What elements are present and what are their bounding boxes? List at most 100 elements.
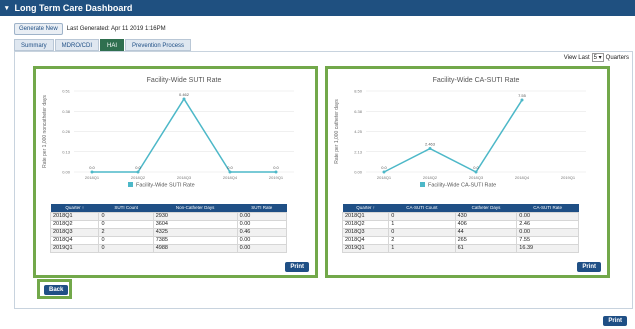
table-header-row: Quarter ↑ SUTI Count Non-Catheter Days SUTI… bbox=[50, 204, 287, 212]
x-tick-label: 2018Q4 bbox=[223, 175, 238, 180]
data-point bbox=[90, 170, 94, 174]
series-line bbox=[92, 97, 276, 173]
ca-suti-rate-card: Facility-Wide CA-SUTI Rate Rate per 1,000… bbox=[325, 66, 610, 278]
print-ca-suti-button[interactable]: Print bbox=[577, 262, 601, 272]
column-header[interactable]: Quarter ↑ bbox=[50, 204, 99, 212]
legend-swatch bbox=[128, 182, 133, 187]
data-label: 2.463 bbox=[425, 142, 436, 147]
data-label: 0.0 bbox=[227, 165, 233, 170]
tab-bar: Summary MDRO/CDI HAI Prevention Process bbox=[14, 39, 192, 51]
table-row: 2018Q4 0 7385 0.00 bbox=[49, 235, 288, 245]
table-cell: 2018Q1 bbox=[341, 211, 390, 221]
table-cell: 406 bbox=[454, 219, 518, 229]
table-cell: 265 bbox=[454, 235, 518, 245]
column-header[interactable]: Quarter ↑ bbox=[342, 204, 389, 212]
table-cell: 2018Q3 bbox=[49, 227, 100, 237]
y-tick-label: 0.51 bbox=[62, 89, 71, 94]
quarter-count-select[interactable]: 5 ▾ bbox=[591, 53, 604, 62]
column-header: Non-Catheter Days bbox=[153, 204, 238, 212]
legend-label: Facility-Wide SUTI Rate bbox=[136, 183, 195, 189]
data-label: 0.0 bbox=[135, 165, 141, 170]
column-header: SUTI Count bbox=[98, 204, 154, 212]
chart-title: Facility-Wide SUTI Rate bbox=[147, 77, 222, 84]
x-tick-label: 2018Q3 bbox=[177, 175, 192, 180]
suti-rate-chart: Facility-Wide SUTI Rate Rate per 1,000 no… bbox=[42, 77, 294, 189]
table-cell: 2018Q2 bbox=[49, 219, 100, 229]
data-label: 0.462 bbox=[179, 92, 190, 97]
table-cell: 2019Q1 bbox=[49, 243, 100, 253]
y-axis-label: Rate per 1,000 noncatheter days bbox=[42, 95, 48, 168]
table-row: 2018Q3 0 44 0.00 bbox=[341, 227, 579, 237]
table-row: 2019Q1 1 61 16.39 bbox=[341, 243, 579, 253]
tab-mdro-cdi[interactable]: MDRO/CDI bbox=[54, 39, 100, 51]
data-point bbox=[474, 170, 478, 174]
print-suti-button[interactable]: Print bbox=[285, 262, 309, 272]
y-tick-label: 2.13 bbox=[354, 149, 363, 154]
suti-rate-card: Facility-Wide SUTI Rate Rate per 1,000 no… bbox=[33, 66, 318, 278]
page-title: Long Term Care Dashboard bbox=[14, 3, 133, 13]
data-point bbox=[136, 170, 140, 174]
x-tick-label: 2018Q2 bbox=[131, 175, 146, 180]
data-point bbox=[182, 97, 186, 101]
table-cell: 430 bbox=[454, 211, 518, 221]
table-cell: 2018Q4 bbox=[49, 235, 100, 245]
data-label: 0.0 bbox=[89, 165, 95, 170]
data-point bbox=[274, 170, 278, 174]
back-button-frame: Back bbox=[37, 279, 72, 299]
column-header: Catheter Days bbox=[455, 204, 517, 212]
data-point bbox=[382, 170, 386, 174]
column-header: CA-SUTI Count bbox=[388, 204, 456, 212]
table-header-row: Quarter ↑ CA-SUTI Count Catheter Days CA-SU… bbox=[342, 204, 579, 212]
back-button[interactable]: Back bbox=[44, 285, 69, 295]
table-cell: 0 bbox=[98, 235, 154, 245]
table-cell: 3604 bbox=[152, 219, 238, 229]
legend-label: Facility-Wide CA-SUTI Rate bbox=[428, 183, 496, 189]
tab-summary[interactable]: Summary bbox=[14, 39, 54, 51]
chevron-down-icon[interactable]: ▾ bbox=[5, 4, 9, 12]
y-tick-label: 6.38 bbox=[354, 109, 363, 114]
suti-rate-table: Quarter ↑ SUTI Count Non-Catheter Days SUTI… bbox=[49, 204, 288, 253]
table-cell: 0 bbox=[98, 243, 154, 253]
table-cell: 2018Q4 bbox=[341, 235, 390, 245]
table-cell: 1 bbox=[388, 219, 456, 229]
table-row: 2018Q3 2 4325 0.46 bbox=[49, 227, 288, 237]
data-point bbox=[428, 147, 432, 151]
print-page-button[interactable]: Print bbox=[603, 316, 627, 326]
table-cell: 0.00 bbox=[516, 211, 579, 221]
data-label: 7.55 bbox=[518, 93, 527, 98]
table-row: 2018Q4 2 265 7.55 bbox=[341, 235, 579, 245]
ca-suti-rate-table: Quarter ↑ CA-SUTI Count Catheter Days CA-SU… bbox=[341, 204, 579, 253]
dashboard-app: ▾ Long Term Care Dashboard Generate New … bbox=[0, 0, 635, 329]
title-bar: ▾ Long Term Care Dashboard bbox=[0, 0, 635, 16]
table-cell: 0.00 bbox=[516, 227, 579, 237]
quarter-count-value: 5 bbox=[593, 55, 597, 61]
table-cell: 0.46 bbox=[236, 227, 288, 237]
table-cell: 0 bbox=[98, 211, 154, 221]
tab-hai[interactable]: HAI bbox=[100, 39, 125, 51]
table-cell: 0.00 bbox=[236, 235, 288, 245]
legend-swatch bbox=[420, 182, 425, 187]
table-cell: 16.39 bbox=[516, 243, 579, 253]
x-tick-label: 2018Q2 bbox=[423, 175, 438, 180]
data-label: 0.0 bbox=[381, 165, 387, 170]
view-last-prefix: View Last bbox=[563, 54, 590, 61]
table-row: 2019Q1 0 4988 0.00 bbox=[49, 243, 288, 253]
y-tick-label: 0.00 bbox=[354, 170, 363, 175]
table-cell: 0.00 bbox=[236, 219, 288, 229]
data-label: 0.0 bbox=[273, 165, 279, 170]
table-row: 2018Q1 0 2930 0.00 bbox=[49, 211, 288, 221]
table-cell: 0 bbox=[388, 211, 456, 221]
x-tick-label: 2019Q1 bbox=[561, 175, 576, 180]
table-cell: 4988 bbox=[152, 243, 238, 253]
data-point bbox=[228, 170, 232, 174]
column-header: SUTI Rate bbox=[237, 204, 287, 212]
view-last-control: View Last 5 ▾ Quarters bbox=[564, 53, 629, 62]
table-cell: 0.00 bbox=[236, 211, 288, 221]
table-cell: 61 bbox=[454, 243, 518, 253]
data-point bbox=[520, 98, 524, 102]
generate-new-button[interactable]: Generate New bbox=[14, 23, 63, 35]
generate-row: Generate New Last Generated: Apr 11 2019… bbox=[14, 23, 166, 35]
x-tick-label: 2018Q4 bbox=[515, 175, 530, 180]
tab-prevention-process[interactable]: Prevention Process bbox=[125, 39, 192, 51]
series-line bbox=[383, 99, 523, 173]
